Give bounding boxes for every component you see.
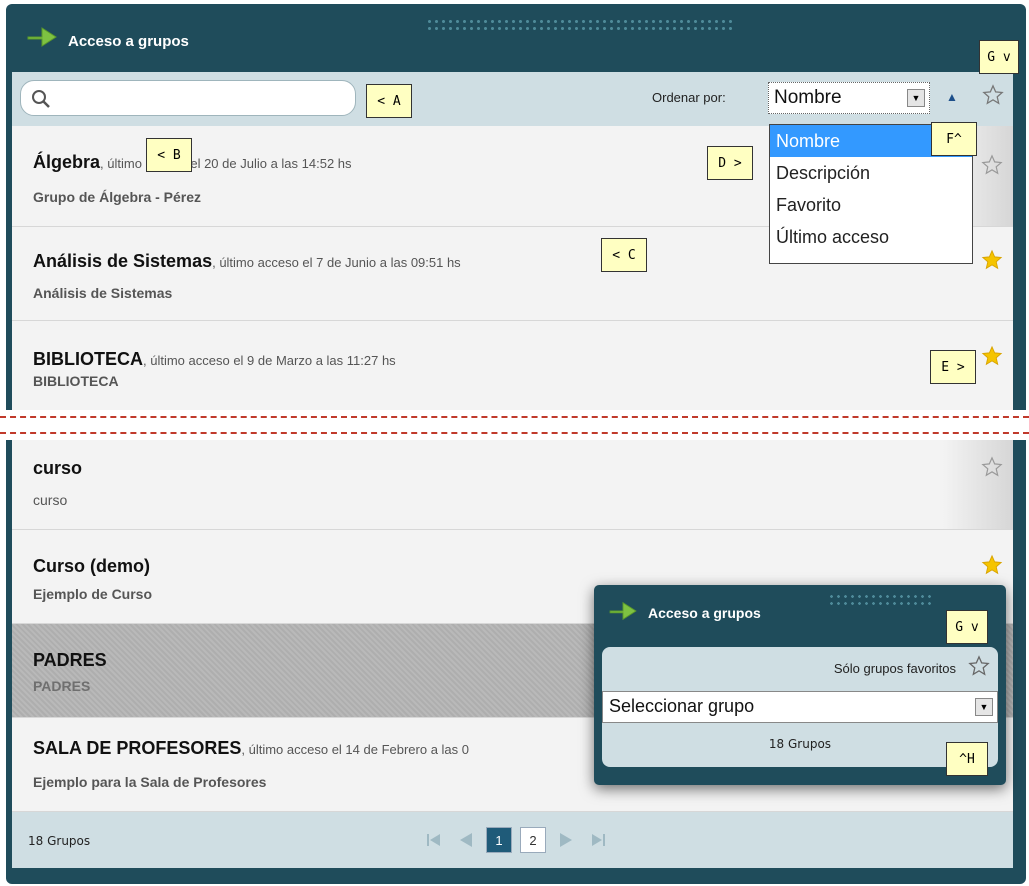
- order-by-label: Ordenar por:: [652, 90, 726, 105]
- star-filled-icon[interactable]: [981, 554, 1003, 576]
- prev-page-icon[interactable]: [454, 828, 478, 852]
- dashed-line: [0, 432, 1029, 434]
- row-shade: [943, 440, 1013, 529]
- group-description: Análisis de Sistemas: [33, 285, 173, 301]
- group-name: Análisis de Sistemas: [33, 251, 213, 271]
- mini-widget-body: Sólo grupos favoritos Seleccionar grupo …: [602, 647, 998, 767]
- callout-h: ^H: [946, 742, 988, 776]
- green-arrow-icon: [609, 601, 637, 621]
- callout-b: < B: [146, 138, 192, 172]
- star-filled-icon[interactable]: [981, 249, 1003, 271]
- group-select-value: Seleccionar grupo: [609, 696, 755, 716]
- list-footer: 18 Grupos 1 2: [12, 812, 1013, 868]
- favorites-only-star-icon[interactable]: [968, 655, 990, 677]
- sort-option-ultimo-acceso[interactable]: Último acceso: [770, 221, 972, 253]
- list-item[interactable]: curso curso: [12, 440, 1013, 530]
- group-description: PADRES: [33, 678, 91, 694]
- star-filled-icon[interactable]: [981, 345, 1003, 367]
- group-last-access: , último acceso el 20 de Julio a las 14:…: [100, 156, 352, 171]
- group-name: BIBLIOTECA: [33, 349, 143, 369]
- group-description: Ejemplo para la Sala de Profesores: [33, 774, 267, 790]
- callout-d: D >: [707, 146, 753, 180]
- sort-option-descripcion[interactable]: Descripción: [770, 157, 972, 189]
- panel-header: Acceso a grupos: [6, 4, 1026, 68]
- group-name: Curso (demo): [33, 556, 150, 576]
- mini-group-count: 18 Grupos: [768, 737, 832, 751]
- star-empty-icon[interactable]: [981, 154, 1003, 176]
- order-by-select[interactable]: Nombre ▼: [768, 82, 930, 114]
- search-toolbar: Ordenar por: Nombre ▼ ▲: [12, 72, 1013, 126]
- page-1-button[interactable]: 1: [486, 827, 512, 853]
- group-description: curso: [33, 492, 68, 508]
- group-description: Ejemplo de Curso: [33, 586, 153, 602]
- first-page-icon[interactable]: [422, 828, 446, 852]
- callout-a: < A: [366, 84, 412, 118]
- sort-ascending-icon[interactable]: ▲: [946, 90, 958, 104]
- group-name: Álgebra: [33, 152, 101, 172]
- green-arrow-icon: [27, 27, 57, 47]
- sort-option-favorito[interactable]: Favorito: [770, 189, 972, 221]
- mini-widget-title: Acceso a grupos: [648, 605, 761, 621]
- group-description: BIBLIOTECA: [33, 373, 119, 389]
- page-2-button[interactable]: 2: [520, 827, 546, 853]
- group-last-access: , último acceso el 9 de Marzo a las 11:2…: [143, 353, 396, 368]
- callout-f: F^: [931, 122, 977, 156]
- search-input[interactable]: [20, 80, 356, 116]
- group-description: Grupo de Álgebra - Pérez: [33, 189, 202, 205]
- last-page-icon[interactable]: [586, 828, 610, 852]
- mini-groups-widget: Acceso a grupos Sólo grupos favoritos Se…: [594, 585, 1006, 785]
- favorites-filter-star-icon[interactable]: [982, 84, 1004, 106]
- dashed-line: [0, 416, 1029, 418]
- group-last-access: , último acceso el 7 de Junio a las 09:5…: [212, 255, 461, 270]
- header-dot-pattern: [828, 593, 932, 607]
- group-select[interactable]: Seleccionar grupo ▼: [602, 691, 998, 723]
- order-by-value: Nombre: [774, 87, 842, 108]
- callout-g2: G v: [946, 610, 988, 644]
- search-icon: [32, 90, 50, 108]
- chevron-down-icon[interactable]: ▼: [975, 698, 993, 716]
- callout-e: E >: [930, 350, 976, 384]
- group-name: SALA DE PROFESORES: [33, 738, 242, 758]
- group-name: PADRES: [33, 650, 107, 670]
- favorites-only-label: Sólo grupos favoritos: [833, 661, 956, 676]
- group-last-access: , último acceso el 14 de Febrero a las 0: [241, 742, 469, 757]
- panel-title: Acceso a grupos: [68, 33, 189, 50]
- next-page-icon[interactable]: [554, 828, 578, 852]
- callout-c: < C: [601, 238, 647, 272]
- group-count: 18 Grupos: [28, 834, 91, 848]
- callout-g: G v: [979, 40, 1019, 74]
- group-name: curso: [33, 458, 83, 478]
- page-cut-separator: [0, 410, 1029, 440]
- pagination: 1 2: [422, 826, 610, 854]
- chevron-down-icon[interactable]: ▼: [907, 89, 925, 107]
- star-empty-icon[interactable]: [981, 456, 1003, 478]
- list-item[interactable]: BIBLIOTECA, último acceso el 9 de Marzo …: [12, 321, 1013, 413]
- header-dot-pattern: [426, 18, 734, 32]
